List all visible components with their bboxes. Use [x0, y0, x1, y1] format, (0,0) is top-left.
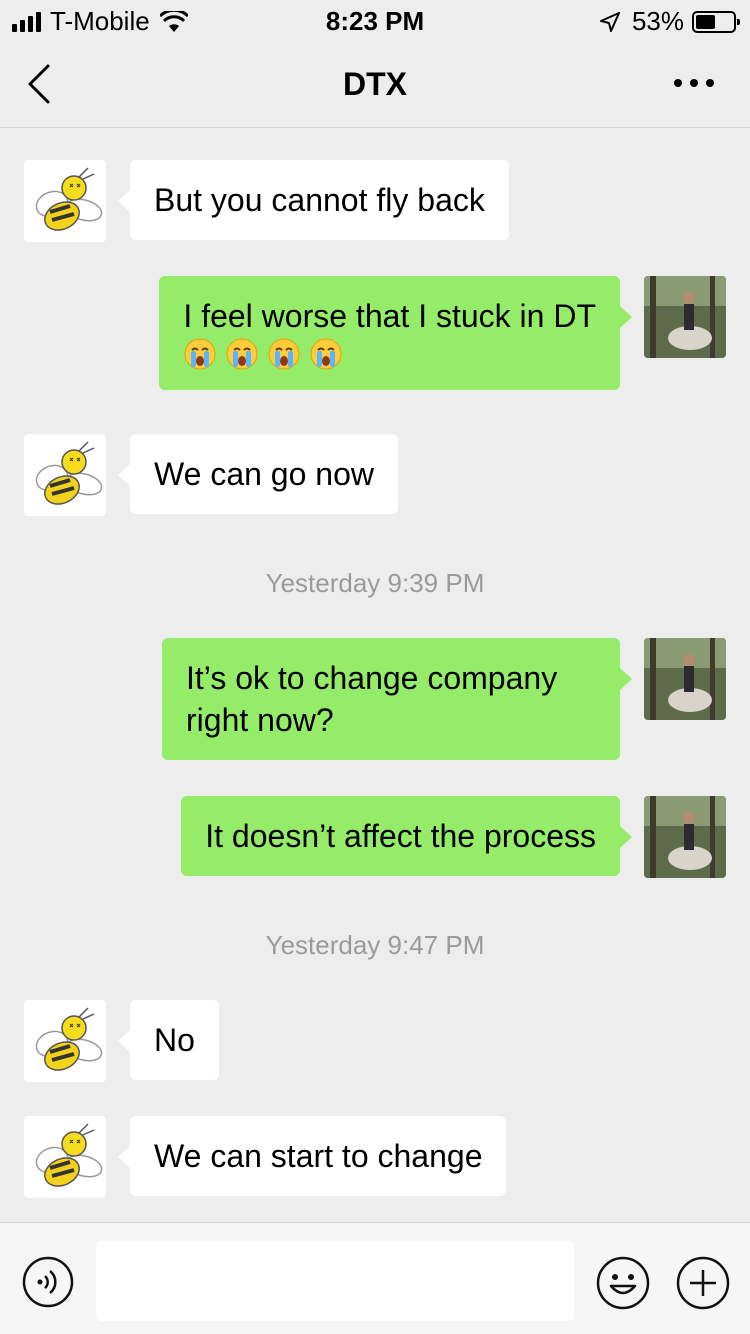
user-avatar[interactable]	[644, 796, 726, 878]
user-avatar[interactable]	[644, 638, 726, 720]
status-bar: T-Mobile 8:23 PM 53%	[0, 0, 750, 40]
message-text: But you cannot fly back	[154, 182, 485, 218]
contact-avatar[interactable]	[24, 434, 106, 516]
contact-avatar[interactable]	[24, 1116, 106, 1198]
location-arrow-icon	[599, 11, 620, 32]
message-bubble-outgoing[interactable]: It doesn’t affect the process	[181, 796, 632, 876]
emoji-row	[183, 337, 596, 371]
crying-face-icon	[184, 338, 216, 370]
message-text: I feel worse that I stuck in DT	[183, 298, 596, 334]
message-text: No	[154, 1022, 195, 1058]
message-bubble-incoming[interactable]: We can start to change	[117, 1116, 507, 1196]
message-bubble-incoming[interactable]: We can go now	[118, 434, 398, 514]
crying-face-icon	[226, 338, 258, 370]
crying-face-icon	[310, 338, 342, 370]
timestamp: Yesterday 9:47 PM	[265, 930, 485, 960]
input-bar	[0, 1222, 750, 1334]
battery-fill	[696, 14, 716, 29]
battery-percent: 53%	[631, 6, 684, 36]
message-bubble-outgoing[interactable]: It’s ok to change company right now?	[162, 638, 632, 760]
message-text: It doesn’t affect the process	[205, 818, 596, 854]
chat-title: DTX	[343, 66, 407, 102]
message-text: It’s ok to change company right now?	[186, 660, 558, 738]
crying-face-icon	[268, 338, 300, 370]
timestamp: Yesterday 9:39 PM	[265, 568, 485, 598]
battery-nub	[737, 18, 740, 25]
message-bubble-incoming[interactable]: But you cannot fly back	[118, 160, 509, 240]
message-bubble-outgoing[interactable]: I feel worse that I stuck in DT	[159, 276, 632, 390]
message-text: We can start to change	[154, 1138, 483, 1174]
voice-icon[interactable]	[22, 1256, 74, 1308]
contact-avatar[interactable]	[24, 160, 106, 242]
chat-area[interactable]: But you cannot fly back I feel worse tha…	[0, 129, 750, 1221]
battery-icon	[692, 10, 740, 33]
more-dots-icon[interactable]	[672, 68, 716, 98]
message-text: We can go now	[154, 456, 374, 492]
emoji-icon[interactable]	[596, 1256, 650, 1310]
message-bubble-incoming[interactable]: No	[118, 1000, 219, 1080]
nav-bar: DTX	[0, 40, 750, 128]
status-right: 53%	[599, 6, 740, 37]
message-input[interactable]	[96, 1241, 574, 1321]
contact-avatar[interactable]	[24, 1000, 106, 1082]
plus-icon[interactable]	[676, 1256, 730, 1310]
user-avatar[interactable]	[644, 276, 726, 358]
